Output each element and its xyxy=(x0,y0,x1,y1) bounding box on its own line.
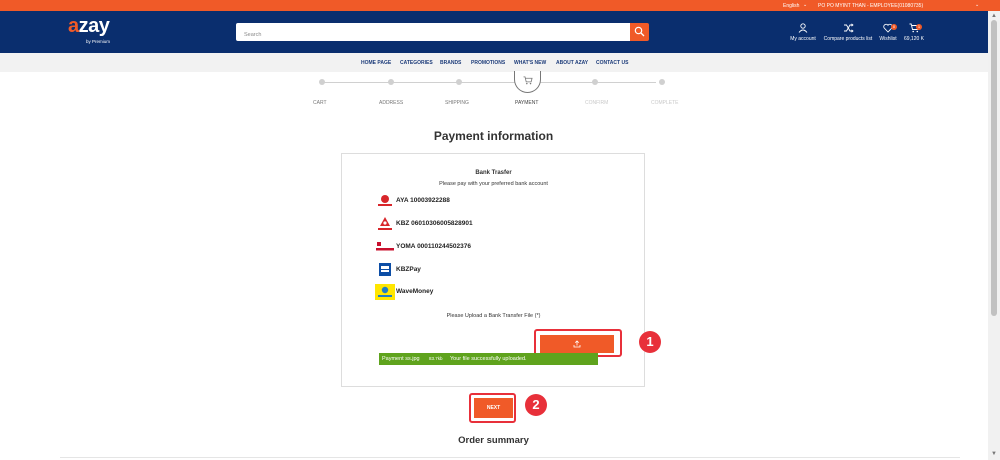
search-button[interactable] xyxy=(630,23,649,41)
step-dot-shipping xyxy=(456,79,462,85)
step-label-payment: PAYMENT xyxy=(515,100,539,106)
cart-link[interactable]: 69,120 K xyxy=(902,23,926,42)
bank-row-kbzpay: KBZPay xyxy=(375,262,575,278)
step-dot-cart xyxy=(319,79,325,85)
bank-row-kbz: KBZ 06010306005828901 xyxy=(375,216,575,232)
nav-home[interactable]: HOME PAGE xyxy=(361,60,391,66)
user-menu[interactable]: PO PO MYINT THAN - EMPLOYEE(01080735) xyxy=(818,3,923,9)
cart-count-badge: 1 xyxy=(916,24,922,30)
step-label-confirm: CONFIRM xyxy=(585,100,609,106)
site-header: azay by Premium My account Compare produ… xyxy=(0,11,1000,53)
main-nav: HOME PAGE CATEGORIES BRANDS PROMOTIONS W… xyxy=(0,53,1000,72)
scroll-up-arrow-icon[interactable]: ▲ xyxy=(990,12,998,20)
annotation-badge-1: 1 xyxy=(639,331,661,353)
nav-categories[interactable]: CATEGORIES xyxy=(400,60,433,66)
method-subtitle: Please pay with your preferred bank acco… xyxy=(439,181,548,187)
nav-brands[interactable]: BRANDS xyxy=(440,60,461,66)
upload-label: Please Upload a Bank Transfer File (*) xyxy=(446,313,541,319)
uploaded-filesize: 83.7kb xyxy=(429,356,443,361)
step-active-payment xyxy=(514,71,541,93)
scroll-down-arrow-icon[interactable]: ▼ xyxy=(990,450,998,458)
search-input[interactable] xyxy=(236,26,616,44)
bank-row-aya: AYA 10003922288 xyxy=(375,193,575,209)
divider xyxy=(60,457,960,458)
bank-row-wavemoney: WaveMoney xyxy=(375,284,575,300)
chevron-down-icon[interactable]: ⌄ xyxy=(975,2,979,8)
page: English ⌄ PO PO MYINT THAN - EMPLOYEE(01… xyxy=(0,0,1000,460)
azay-logo[interactable]: azay xyxy=(68,15,110,38)
step-label-complete: COMPLETE xyxy=(651,100,679,106)
annotation-badge-2: 2 xyxy=(525,394,547,416)
kbzpay-logo xyxy=(375,262,395,278)
yoma-bank-logo xyxy=(375,239,395,255)
top-strip: English ⌄ PO PO MYINT THAN - EMPLOYEE(01… xyxy=(0,0,1000,11)
language-selector[interactable]: English xyxy=(783,3,799,9)
uploaded-filename: Payment ss.jpg xyxy=(382,356,420,362)
nav-promotions[interactable]: PROMOTIONS xyxy=(471,60,505,66)
step-dot-confirm xyxy=(592,79,598,85)
aya-bank-logo xyxy=(375,193,395,209)
search-box xyxy=(236,23,632,44)
scrollbar-thumb[interactable] xyxy=(991,20,997,316)
payment-title: Payment information xyxy=(433,129,554,143)
kbz-bank-logo xyxy=(375,216,395,232)
user-icon xyxy=(789,23,817,35)
my-account-link[interactable]: My account xyxy=(789,23,817,42)
wishlist-count-badge: 0 xyxy=(891,24,897,30)
cart-icon xyxy=(902,23,926,35)
nav-whats-new[interactable]: WHAT'S NEW xyxy=(514,60,546,66)
cart-icon xyxy=(523,76,533,85)
upload-success-message: Your file successfully uploaded. xyxy=(450,356,527,362)
nav-about[interactable]: ABOUT AZAY xyxy=(556,60,588,66)
shuffle-icon xyxy=(822,23,874,35)
upload-icon xyxy=(573,340,581,348)
step-label-address: ADDRESS xyxy=(379,100,404,106)
method-title: Bank Trasfer xyxy=(475,170,512,176)
logo-subtitle: by Premium xyxy=(86,39,111,44)
order-summary-title: Order summary xyxy=(458,435,529,446)
nav-contact[interactable]: CONTACT US xyxy=(596,60,628,66)
next-button[interactable]: NEXT xyxy=(474,398,513,418)
bank-row-yoma: YOMA 000110244502376 xyxy=(375,239,575,255)
step-label-cart: CART xyxy=(313,100,327,106)
upload-button[interactable] xyxy=(540,335,614,353)
chevron-down-icon[interactable]: ⌄ xyxy=(803,2,807,8)
step-dot-complete xyxy=(659,79,665,85)
progress-line xyxy=(322,82,656,83)
step-dot-address xyxy=(388,79,394,85)
step-label-shipping: SHIPPING xyxy=(445,100,469,106)
search-icon xyxy=(634,26,645,37)
upload-success-bar: Payment ss.jpg 83.7kb Your file successf… xyxy=(379,353,598,365)
wavemoney-logo xyxy=(375,284,395,300)
compare-link[interactable]: Compare products list xyxy=(822,23,874,42)
